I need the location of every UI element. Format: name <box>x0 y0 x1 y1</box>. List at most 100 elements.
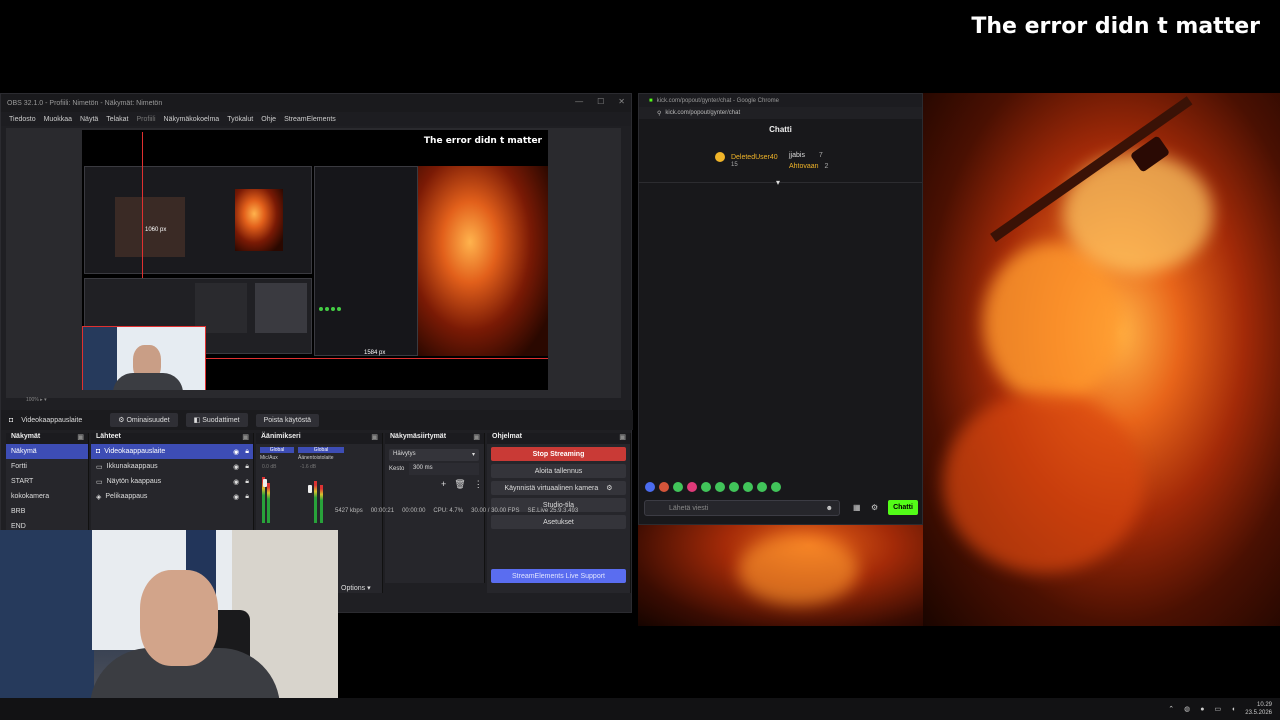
menu-tools[interactable]: Työkalut <box>227 116 253 123</box>
mixer-channel-name[interactable]: Äänentoistolaite <box>298 455 334 461</box>
controls-header: Ohjelmat <box>492 433 522 440</box>
lock-icon[interactable]: 🔒︎ <box>245 493 249 501</box>
chat-message-input[interactable]: Lähetä viesti ☻ <box>644 500 840 516</box>
eye-icon[interactable]: ◉ <box>233 478 239 486</box>
se-support-button[interactable]: StreamElements Live Support <box>491 569 626 583</box>
px-label-1: 1060 px <box>145 227 167 233</box>
emote-icon[interactable] <box>771 482 781 492</box>
more-icon[interactable]: ⋮ <box>474 479 483 490</box>
scene-item[interactable]: Fortti <box>6 459 88 474</box>
leaderboard-3: Ahtovaan 2 <box>789 163 828 170</box>
live-time: 00:00:21 <box>370 508 395 514</box>
menu-streamelements[interactable]: StreamElements <box>284 116 336 123</box>
emote-icon[interactable] <box>729 482 739 492</box>
emote-icon[interactable] <box>715 482 725 492</box>
collapse-icon[interactable]: ▾ <box>776 178 780 187</box>
chevron-down-icon: ▾ <box>367 585 371 592</box>
mic-icon[interactable]: ● <box>1200 706 1204 713</box>
deactivate-button[interactable]: Poista käytöstä <box>255 413 320 427</box>
chat-send-button[interactable]: Chatti <box>888 500 918 515</box>
clock-time: 10.29 <box>1256 702 1272 708</box>
scene-item[interactable]: kokokamera <box>6 489 88 504</box>
chrome-url-bar[interactable]: ⚲ kick.com/popout/gynter/chat <box>639 107 922 119</box>
gift-icon[interactable]: ▦ <box>853 503 861 512</box>
emote-icon[interactable] <box>659 482 669 492</box>
dock-options-icon[interactable]: ▣ <box>473 433 480 441</box>
preview-area[interactable]: The error didn t matter 1060 px 1584 px <box>6 128 621 398</box>
scene-item[interactable]: Näkymä <box>6 444 88 459</box>
source-item[interactable]: ▭ Ikkunakaappaus ◉ 🔒︎ <box>91 459 253 474</box>
lock-icon[interactable]: 🔒︎ <box>245 463 249 471</box>
menu-help[interactable]: Ohje <box>261 116 276 123</box>
duration-label: Kesto <box>389 466 405 472</box>
source-item[interactable]: ◈ Pelikaappaus ◉ 🔒︎ <box>91 489 253 504</box>
stop-streaming-button[interactable]: Stop Streaming <box>491 447 626 461</box>
transition-value: Häivytys <box>393 451 416 457</box>
filters-button[interactable]: ◧ Suodattimet <box>185 413 248 427</box>
source-item[interactable]: ◘ Videokaappauslaite ◉ 🔒︎ <box>91 444 253 459</box>
menu-view[interactable]: Näytä <box>80 116 98 123</box>
eye-icon[interactable]: ◉ <box>233 463 239 471</box>
leader-name[interactable]: jjabis <box>789 152 805 159</box>
webcam-source-selected[interactable] <box>82 326 206 390</box>
dock-options-icon[interactable]: ▣ <box>371 433 378 441</box>
volume-slider-handle[interactable] <box>263 479 267 487</box>
properties-button[interactable]: ⚙ Ominaisuudet <box>110 413 178 427</box>
dock-options-icon[interactable]: ▣ <box>242 433 249 441</box>
monitor-icon: ▭ <box>96 478 103 486</box>
menu-edit[interactable]: Muokkaa <box>44 116 72 123</box>
tray-chevron-icon[interactable]: ⌃ <box>1168 705 1174 713</box>
scene-item[interactable]: START <box>6 474 88 489</box>
menu-docks[interactable]: Telakat <box>106 116 128 123</box>
menu-profile[interactable]: Profiili <box>136 116 155 123</box>
dock-options-icon[interactable]: ▣ <box>77 433 84 441</box>
emoji-icon[interactable]: ☻ <box>826 505 833 512</box>
duration-input[interactable]: 300 ms <box>409 463 479 475</box>
network-icon[interactable]: ◍ <box>1184 705 1190 713</box>
mixer-channel-name[interactable]: Mic/Aux <box>260 455 278 461</box>
emote-icon[interactable] <box>701 482 711 492</box>
transition-select[interactable]: Häivytys ▾ <box>389 449 479 461</box>
emote-icon[interactable] <box>645 482 655 492</box>
options-dropdown[interactable]: Options ▾ <box>341 584 371 592</box>
leader-name[interactable]: Ahtovaan <box>789 163 819 170</box>
maximize-icon[interactable]: ☐ <box>597 97 604 106</box>
monitor-icon[interactable]: ▭ <box>1214 705 1221 713</box>
volume-meter <box>267 483 270 523</box>
mixer-channel-db: 0.0 dB <box>262 464 277 470</box>
dock-options-icon[interactable]: ▣ <box>619 433 626 441</box>
filter-icon: ◧ <box>193 417 203 424</box>
chat-browser-window: ■ kick.com/popout/gynter/chat - Google Ch… <box>638 93 923 525</box>
selection-edge <box>206 358 548 359</box>
minimize-icon[interactable]: — <box>575 97 583 106</box>
add-icon[interactable]: + <box>441 479 446 490</box>
start-recording-button[interactable]: Aloita tallennus <box>491 464 626 478</box>
gear-icon[interactable]: ⚙ <box>871 503 878 512</box>
emote-icon[interactable] <box>743 482 753 492</box>
leader-name[interactable]: DeletedUser40 <box>731 154 778 161</box>
trash-icon[interactable]: 🗑︎ <box>454 479 465 490</box>
rec-time: 00:00:00 <box>402 508 426 514</box>
gear-icon[interactable]: ⚙ <box>606 484 612 492</box>
site-info-icon[interactable]: ⚲ <box>657 110 661 117</box>
volume-slider-handle[interactable] <box>308 485 312 493</box>
emote-icon[interactable] <box>757 482 767 492</box>
close-icon[interactable]: ✕ <box>618 97 625 106</box>
menu-file[interactable]: Tiedosto <box>9 116 36 123</box>
eye-icon[interactable]: ◉ <box>233 448 239 456</box>
program-preview[interactable]: The error didn t matter 1060 px 1584 px <box>82 130 548 390</box>
menu-scene-collection[interactable]: Näkymäkokoelma <box>164 116 220 123</box>
source-item[interactable]: ▭ Näytön kaappaus ◉ 🔒︎ <box>91 474 253 489</box>
emote-icon[interactable] <box>687 482 697 492</box>
chrome-window-title: kick.com/popout/gynter/chat - Google Chr… <box>656 97 780 104</box>
emote-icon[interactable] <box>673 482 683 492</box>
volume-icon[interactable]: ◖ <box>1231 706 1235 713</box>
lock-icon[interactable]: 🔒︎ <box>245 448 249 456</box>
emote-bar <box>645 482 781 492</box>
scene-item[interactable]: BRB <box>6 504 88 519</box>
virtual-camera-button[interactable]: Käynnistä virtuaalinen kamera ⚙ <box>491 481 626 495</box>
eye-icon[interactable]: ◉ <box>233 493 239 501</box>
lock-icon[interactable]: 🔒︎ <box>245 478 249 486</box>
fire-guitarist-image-lower <box>638 525 923 626</box>
taskbar-clock[interactable]: 10.29 23.5.2026 <box>1245 701 1272 717</box>
